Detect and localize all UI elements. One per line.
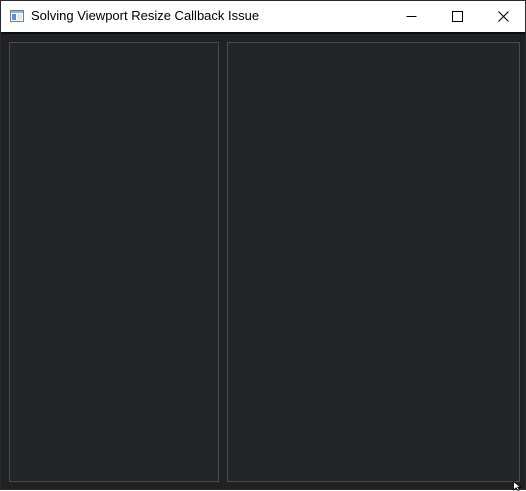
minimize-button[interactable]	[388, 1, 434, 32]
window-app-icon	[10, 10, 24, 22]
left-panel[interactable]	[9, 42, 219, 482]
client-area	[1, 34, 525, 489]
application-window: Solving Viewport Resize Callback Issue	[0, 0, 526, 491]
title-bar[interactable]: Solving Viewport Resize Callback Issue	[1, 1, 525, 32]
minimize-icon	[406, 16, 416, 17]
maximize-button[interactable]	[434, 1, 480, 32]
right-panel[interactable]	[227, 42, 520, 482]
maximize-icon	[451, 11, 463, 22]
close-button[interactable]	[480, 1, 526, 32]
window-title: Solving Viewport Resize Callback Issue	[31, 8, 260, 23]
close-icon	[497, 11, 509, 22]
